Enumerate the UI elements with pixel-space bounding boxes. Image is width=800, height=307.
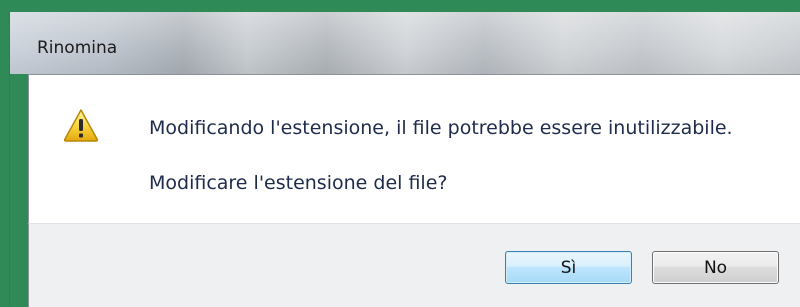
no-button[interactable]: No <box>652 251 779 284</box>
dialog-title: Rinomina <box>37 38 118 58</box>
dialog-footer: Sì No <box>28 223 800 307</box>
warning-message: Modificando l'estensione, il file potreb… <box>149 117 733 139</box>
title-bar[interactable]: Rinomina <box>10 12 800 74</box>
dialog-content: Modificando l'estensione, il file potreb… <box>28 74 800 223</box>
warning-icon <box>63 109 99 142</box>
rename-dialog: Rinomina Modificando l'estensione, il fi… <box>9 12 800 307</box>
yes-button[interactable]: Sì <box>505 251 632 284</box>
confirmation-question: Modificare l'estensione del file? <box>149 172 448 194</box>
